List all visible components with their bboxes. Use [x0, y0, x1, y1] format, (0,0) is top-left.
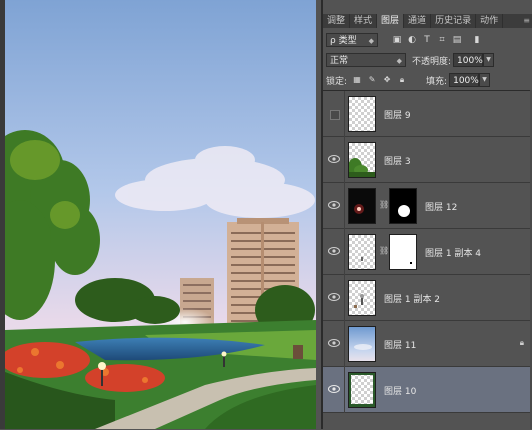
layer-name[interactable]: 图层 9 [384, 108, 411, 121]
layer-row[interactable]: 图层 1 副本 2 [323, 275, 532, 321]
layer-thumbnail[interactable] [348, 234, 376, 270]
layer-row[interactable]: 图层 3 [323, 137, 532, 183]
divider [344, 91, 345, 137]
lock-brush-icon[interactable]: ✎ [367, 75, 377, 85]
fill-slider-toggle[interactable]: ▼ [479, 73, 491, 87]
eye-icon[interactable] [328, 200, 340, 210]
layer-thumbnail[interactable] [348, 280, 376, 316]
fill-input[interactable]: 100% [449, 73, 480, 87]
eye-icon[interactable] [328, 292, 340, 302]
layer-name[interactable]: 图层 1 副本 2 [384, 292, 440, 305]
layer-name[interactable]: 图层 3 [384, 154, 411, 167]
layer-list: 图层 9 图层 3 ⛓ 图层 12 ⛓ 图层 1 副本 4 图层 1 副本 2 … [323, 90, 532, 430]
tab-styles[interactable]: 样式 [350, 14, 378, 28]
layer-row[interactable]: 图层 11 🔒︎ [323, 321, 532, 367]
filter-kind-label: ρ 类型 [330, 36, 357, 46]
layer-thumbnail[interactable] [348, 326, 376, 362]
divider [344, 137, 345, 183]
layer-thumbnail[interactable] [348, 142, 376, 178]
shape-filter-icon[interactable]: ⌗ [437, 35, 447, 45]
layer-name[interactable]: 图层 1 副本 4 [425, 246, 481, 259]
document-canvas[interactable] [0, 0, 316, 429]
divider [344, 229, 345, 275]
opacity-input[interactable]: 100% [453, 53, 484, 67]
tab-actions[interactable]: 动作 [476, 14, 504, 28]
layer-mask-thumbnail[interactable] [389, 188, 417, 224]
eye-icon[interactable] [328, 154, 340, 164]
filter-toggle-icon[interactable]: ▮ [472, 35, 482, 45]
layer-thumbnail[interactable] [348, 188, 376, 224]
tab-history[interactable]: 历史记录 [431, 14, 477, 28]
eye-icon[interactable] [328, 338, 340, 348]
blend-row: 正常 ◆ 不透明度: 100% ▼ [323, 52, 532, 68]
divider [344, 183, 345, 229]
filter-row: ρ 类型 ◆ ▣ ◐ T ⌗ ▤ ▮ [323, 32, 532, 48]
type-filter-icon[interactable]: T [422, 35, 432, 45]
link-icon[interactable]: ⛓ [379, 200, 389, 212]
link-icon[interactable]: ⛓ [379, 246, 389, 258]
lock-row: 锁定: ▦ ✎ ✥ 🔒︎ 填充: 100% ▼ [323, 72, 532, 88]
divider [344, 367, 345, 413]
layer-thumbnail[interactable] [348, 96, 376, 132]
opacity-label: 不透明度: [412, 56, 452, 67]
panel-tabs: 调整 样式 图层 通道 历史记录 动作 ≡ [323, 14, 532, 28]
tab-channels[interactable]: 通道 [404, 14, 432, 28]
lock-all-icon[interactable]: 🔒︎ [397, 75, 407, 85]
layer-name[interactable]: 图层 11 [384, 338, 416, 351]
blend-mode-select[interactable]: 正常 ◆ [326, 53, 406, 67]
layer-row[interactable]: ⛓ 图层 12 [323, 183, 532, 229]
divider [344, 275, 345, 321]
layer-mask-thumbnail[interactable] [389, 234, 417, 270]
layer-row[interactable]: 图层 10 [323, 367, 532, 413]
filter-kind-select[interactable]: ρ 类型 ◆ [326, 33, 378, 47]
opacity-slider-toggle[interactable]: ▼ [483, 53, 495, 67]
eye-icon[interactable] [328, 384, 340, 394]
divider [344, 321, 345, 367]
panel-menu-icon[interactable]: ≡ [519, 14, 532, 28]
chevron-down-icon: ◆ [396, 57, 402, 65]
smart-object-filter-icon[interactable]: ▤ [452, 35, 462, 45]
layer-row[interactable]: ⛓ 图层 1 副本 4 [323, 229, 532, 275]
layer-thumbnail[interactable] [348, 372, 376, 408]
pixel-filter-icon[interactable]: ▣ [392, 35, 402, 45]
layer-row[interactable]: 图层 9 [323, 91, 532, 137]
chevron-down-icon: ◆ [368, 37, 374, 45]
fill-label: 填充: [426, 76, 448, 87]
eye-icon[interactable] [328, 246, 340, 256]
blend-mode-label: 正常 [330, 56, 349, 66]
lock-move-icon[interactable]: ✥ [382, 75, 392, 85]
tab-adjustments[interactable]: 调整 [323, 14, 351, 28]
scene-image [5, 0, 316, 429]
tab-layers[interactable]: 图层 [377, 14, 405, 28]
layer-name[interactable]: 图层 12 [425, 200, 457, 213]
lock-label: 锁定: [326, 76, 348, 87]
visibility-toggle[interactable] [330, 110, 340, 120]
lock-transparency-icon[interactable]: ▦ [352, 75, 362, 85]
lock-icon: 🔒︎ [519, 338, 524, 347]
layers-panel: 调整 样式 图层 通道 历史记录 动作 ≡ ρ 类型 ◆ ▣ ◐ T ⌗ ▤ ▮… [321, 0, 532, 429]
adjustment-filter-icon[interactable]: ◐ [407, 35, 417, 45]
layer-name[interactable]: 图层 10 [384, 384, 416, 397]
